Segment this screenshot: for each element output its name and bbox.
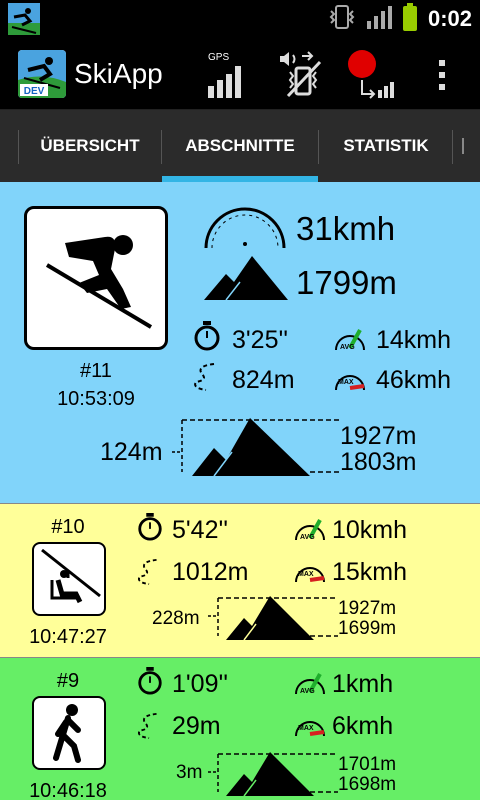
stopwatch-icon — [136, 512, 164, 547]
action-bar: DEV SkiApp GPS — [0, 38, 480, 110]
max-speed: 46kmh — [376, 366, 452, 394]
vibrate-mute-icon[interactable] — [272, 48, 328, 100]
duration: 5'42'' — [172, 516, 229, 544]
avg-speed-icon: AVG — [294, 512, 326, 547]
gps-label: GPS — [208, 52, 229, 63]
avg-badge: AVG — [340, 344, 355, 351]
max-badge: MAX — [338, 379, 354, 386]
max-badge: MAX — [298, 571, 314, 578]
altitude-min: 1699m — [338, 618, 397, 639]
stopwatch-icon — [192, 320, 222, 357]
tab-statistics[interactable]: STATISTIK — [320, 110, 452, 182]
avg-speed: 14kmh — [376, 326, 452, 354]
distance-icon — [136, 712, 164, 745]
section-card-lift[interactable]: #10 10:47:27 5'42'' 1012m AVG 10kmh MAX … — [0, 504, 480, 658]
skier-icon — [24, 206, 168, 350]
avg-speed: 10kmh — [332, 516, 408, 544]
avg-speed: 1kmh — [332, 670, 394, 698]
avg-badge: AVG — [300, 534, 315, 541]
section-number: #9 — [56, 670, 80, 692]
altitude-max: 1701m — [338, 754, 397, 775]
section-number: #10 — [51, 516, 85, 538]
clock: 0:02 — [427, 6, 472, 31]
tab-sections[interactable]: ABSCHNITTE — [162, 110, 318, 182]
chairlift-icon — [32, 542, 106, 616]
distance-icon — [136, 558, 164, 591]
avg-speed-icon: AVG — [294, 666, 326, 701]
status-bar: 0:02 — [0, 0, 480, 38]
elevation-profile-icon — [206, 748, 340, 800]
elevation-difference: 124m — [100, 438, 163, 466]
section-time: 10:46:18 — [29, 780, 107, 800]
overflow-menu-icon[interactable] — [434, 58, 450, 110]
battery-icon — [402, 2, 418, 36]
distance-icon — [192, 362, 222, 397]
section-number: #11 — [80, 360, 112, 382]
tab-divider — [318, 130, 319, 164]
max-speed: 6kmh — [332, 712, 394, 740]
section-time: 10:53:09 — [57, 388, 135, 410]
altitude-min: 1803m — [340, 448, 417, 476]
max-speed-icon: MAX — [334, 362, 366, 397]
speedometer-icon — [200, 204, 290, 255]
distance: 29m — [172, 712, 221, 740]
stopwatch-icon — [136, 666, 164, 701]
tab-overflow-hint — [462, 138, 472, 154]
duration: 1'09'' — [172, 670, 229, 698]
avg-speed-icon: AVG — [334, 322, 366, 357]
app-logo[interactable]: DEV — [18, 50, 66, 98]
signal-strength-icon — [366, 5, 392, 34]
current-speed: 31kmh — [296, 210, 396, 247]
elevation-profile-icon — [170, 412, 342, 483]
altitude-max: 1927m — [340, 422, 417, 450]
altitude-min: 1698m — [338, 774, 397, 795]
max-speed: 15kmh — [332, 558, 408, 586]
mountain-icon — [204, 256, 288, 305]
app-title: SkiApp — [74, 58, 163, 89]
record-icon[interactable] — [344, 48, 400, 100]
vibrate-status-icon — [328, 4, 356, 35]
elevation-difference: 3m — [176, 762, 203, 783]
max-speed-icon: MAX — [294, 708, 326, 743]
tab-overview[interactable]: ÜBERSICHT — [20, 110, 160, 182]
duration: 3'25'' — [232, 326, 289, 354]
tab-divider — [452, 130, 453, 164]
gps-signal-icon[interactable]: GPS — [200, 48, 250, 100]
avg-badge: AVG — [300, 688, 315, 695]
section-time: 10:47:27 — [29, 626, 107, 648]
max-badge: MAX — [298, 725, 314, 732]
altitude-max: 1927m — [338, 598, 397, 619]
section-card-walk[interactable]: #9 10:46:18 1'09'' 29m AVG 1kmh MAX 6kmh… — [0, 658, 480, 800]
tab-divider — [18, 130, 19, 164]
dev-badge: DEV — [24, 86, 45, 97]
tab-bar: ÜBERSICHT ABSCHNITTE STATISTIK — [0, 110, 480, 182]
max-speed-icon: MAX — [294, 554, 326, 589]
distance: 1012m — [172, 558, 249, 586]
elevation-difference: 228m — [152, 608, 200, 629]
section-card-downhill[interactable]: #11 10:53:09 31kmh 1799m 3'25'' 824m AVG… — [0, 182, 480, 504]
current-altitude: 1799m — [296, 264, 397, 301]
walking-icon — [32, 696, 106, 770]
sections-list[interactable]: #11 10:53:09 31kmh 1799m 3'25'' 824m AVG… — [0, 182, 480, 800]
distance: 824m — [232, 366, 295, 394]
elevation-profile-icon — [206, 592, 340, 645]
notification-skiapp-icon — [8, 3, 40, 35]
